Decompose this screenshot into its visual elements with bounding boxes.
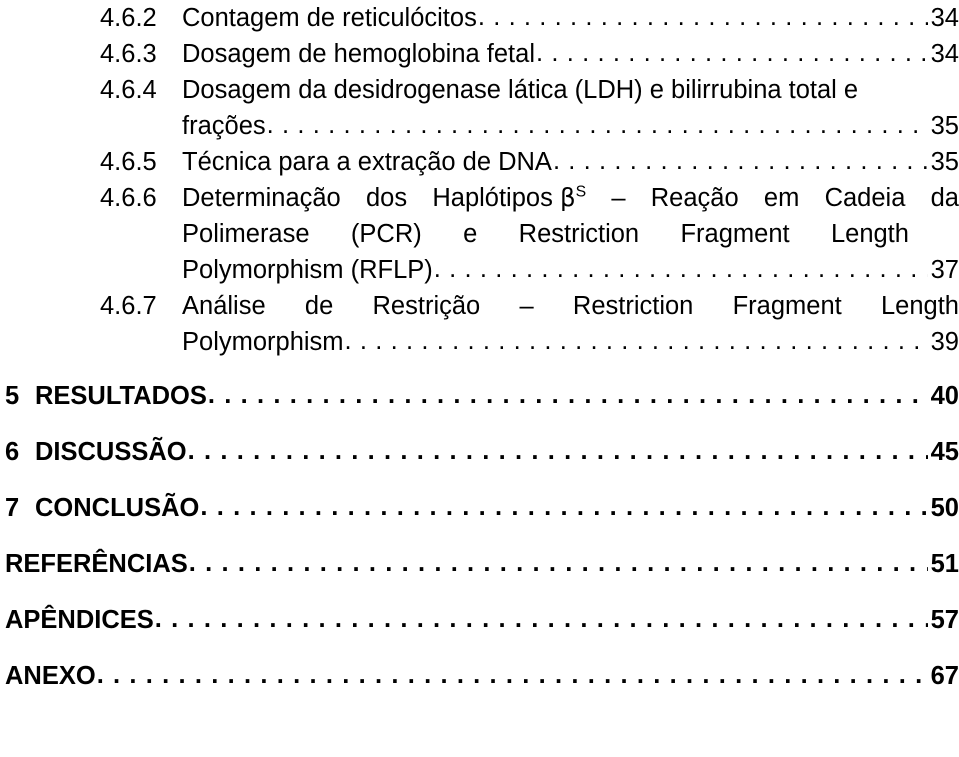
toc-entry-label: CONCLUSÃO <box>35 494 200 522</box>
word: Length <box>830 220 909 248</box>
toc-entry-label: ANEXO <box>5 662 96 690</box>
toc-entry-label: Determinação dos Haplótipos βS – Reação … <box>182 180 959 216</box>
word: da <box>930 184 959 212</box>
toc-entry-page: 45 <box>930 438 959 466</box>
dot-leader <box>478 0 928 35</box>
toc-entry-number: 4.6.6 <box>100 184 157 212</box>
beta-symbol: β <box>559 183 576 212</box>
dot-leader <box>97 657 928 693</box>
table-of-contents: 4.6.2 Contagem de reticulócitos 34 4.6.3… <box>0 0 959 757</box>
word: Restrição <box>372 292 481 320</box>
toc-entry-number: 7 <box>5 494 20 522</box>
toc-entry-number: 4.6.4 <box>100 76 157 104</box>
toc-entry-label: Dosagem da desidrogenase lática (LDH) e … <box>182 76 859 104</box>
dot-leader <box>345 323 928 359</box>
toc-entry-number: 6 <box>5 438 20 466</box>
toc-entry-page: 40 <box>930 382 959 410</box>
dot-leader <box>208 377 928 413</box>
toc-entry-page: 57 <box>930 606 959 634</box>
toc-entry-number: 4.6.2 <box>100 4 157 32</box>
word: Reação <box>650 184 739 212</box>
toc-entry-label: Contagem de reticulócitos <box>182 4 477 32</box>
toc-entry-continuation-label: Polymorphism (RFLP) <box>182 256 433 284</box>
toc-entry-discussao[interactable]: 6 DISCUSSÃO 45 <box>0 434 959 470</box>
toc-entry-label: Técnica para a extração de DNA <box>182 148 552 176</box>
word: Cadeia <box>824 184 906 212</box>
toc-entry-page: 51 <box>930 550 959 578</box>
toc-entry-page: 35 <box>930 148 959 176</box>
word: Length <box>880 292 959 320</box>
toc-entry-continuation-label: Polymorphism <box>182 328 344 356</box>
toc-entry-referencias[interactable]: REFERÊNCIAS 51 <box>0 546 959 582</box>
dot-leader <box>536 35 928 71</box>
toc-entry-page: 37 <box>930 256 959 284</box>
toc-entry-4-6-6[interactable]: 4.6.6 Determinação dos Haplótipos βS – R… <box>0 180 959 216</box>
toc-entry-conclusao[interactable]: 7 CONCLUSÃO 50 <box>0 490 959 526</box>
toc-entry-number: 4.6.3 <box>100 40 157 68</box>
dot-leader <box>434 251 928 287</box>
toc-entry-page: 34 <box>930 4 959 32</box>
word: Restriction <box>518 220 640 248</box>
toc-entry-number: 4.6.7 <box>100 292 157 320</box>
toc-entry-4-6-6-continuation-2[interactable]: Polymorphism (RFLP) 37 <box>0 252 959 288</box>
beta-superscript: S <box>575 183 587 201</box>
toc-entry-4-6-7[interactable]: 4.6.7 Análise de Restrição – Restriction… <box>0 288 959 324</box>
word: e <box>463 220 478 248</box>
dot-leader <box>155 601 928 637</box>
toc-entry-page: 34 <box>930 40 959 68</box>
word: de <box>304 292 334 320</box>
dot-leader <box>200 489 927 525</box>
word: Fragment <box>732 292 842 320</box>
word: Restriction <box>572 292 694 320</box>
toc-entry-anexo[interactable]: ANEXO 67 <box>0 658 959 694</box>
word: Fragment <box>680 220 790 248</box>
word: Determinação <box>182 184 341 212</box>
dot-leader <box>553 143 928 179</box>
word: (PCR) <box>350 220 422 248</box>
toc-entry-4-6-6-continuation-1[interactable]: Polimerase (PCR) e Restriction Fragment … <box>0 216 959 252</box>
toc-entry-label: DISCUSSÃO <box>35 438 187 466</box>
toc-entry-4-6-7-continuation[interactable]: Polymorphism 39 <box>0 324 959 360</box>
toc-entry-label: APÊNDICES <box>5 606 154 634</box>
toc-entry-4-6-3[interactable]: 4.6.3 Dosagem de hemoglobina fetal 34 <box>0 36 959 72</box>
word: Polimerase <box>182 220 310 248</box>
toc-entry-page: 67 <box>930 662 959 690</box>
dot-leader <box>188 433 928 469</box>
dot-leader <box>189 545 928 581</box>
toc-entry-4-6-4[interactable]: 4.6.4 Dosagem da desidrogenase lática (L… <box>0 72 959 108</box>
toc-entry-page: 50 <box>930 494 959 522</box>
toc-entry-4-6-2[interactable]: 4.6.2 Contagem de reticulócitos 34 <box>0 0 959 36</box>
toc-entry-apendices[interactable]: APÊNDICES 57 <box>0 602 959 638</box>
toc-entry-number: 5 <box>5 382 20 410</box>
toc-entry-label: RESULTADOS <box>35 382 207 410</box>
continuation-line: Polimerase (PCR) e Restriction Fragment … <box>182 216 909 252</box>
haplotipos-word: Haplótipos <box>432 184 553 212</box>
toc-entry-label: Análise de Restrição – Restriction Fragm… <box>182 288 959 324</box>
toc-entry-number: 4.6.5 <box>100 148 157 176</box>
toc-entry-label: REFERÊNCIAS <box>5 550 188 578</box>
word: dos <box>365 184 408 212</box>
en-dash: – <box>611 184 626 212</box>
word: em <box>763 184 800 212</box>
word-with-symbol: Haplótipos βS <box>432 180 586 216</box>
dot-leader <box>267 107 928 143</box>
toc-entry-label: Dosagem de hemoglobina fetal <box>182 40 535 68</box>
toc-entry-page: 35 <box>930 112 959 140</box>
toc-entry-4-6-4-continuation[interactable]: frações 35 <box>0 108 959 144</box>
toc-entry-page: 39 <box>930 328 959 356</box>
toc-entry-4-6-5[interactable]: 4.6.5 Técnica para a extração de DNA 35 <box>0 144 959 180</box>
en-dash: – <box>519 292 534 320</box>
toc-entry-resultados[interactable]: 5 RESULTADOS 40 <box>0 378 959 414</box>
toc-entry-continuation-label: frações <box>182 112 266 140</box>
word: Análise <box>182 292 266 320</box>
